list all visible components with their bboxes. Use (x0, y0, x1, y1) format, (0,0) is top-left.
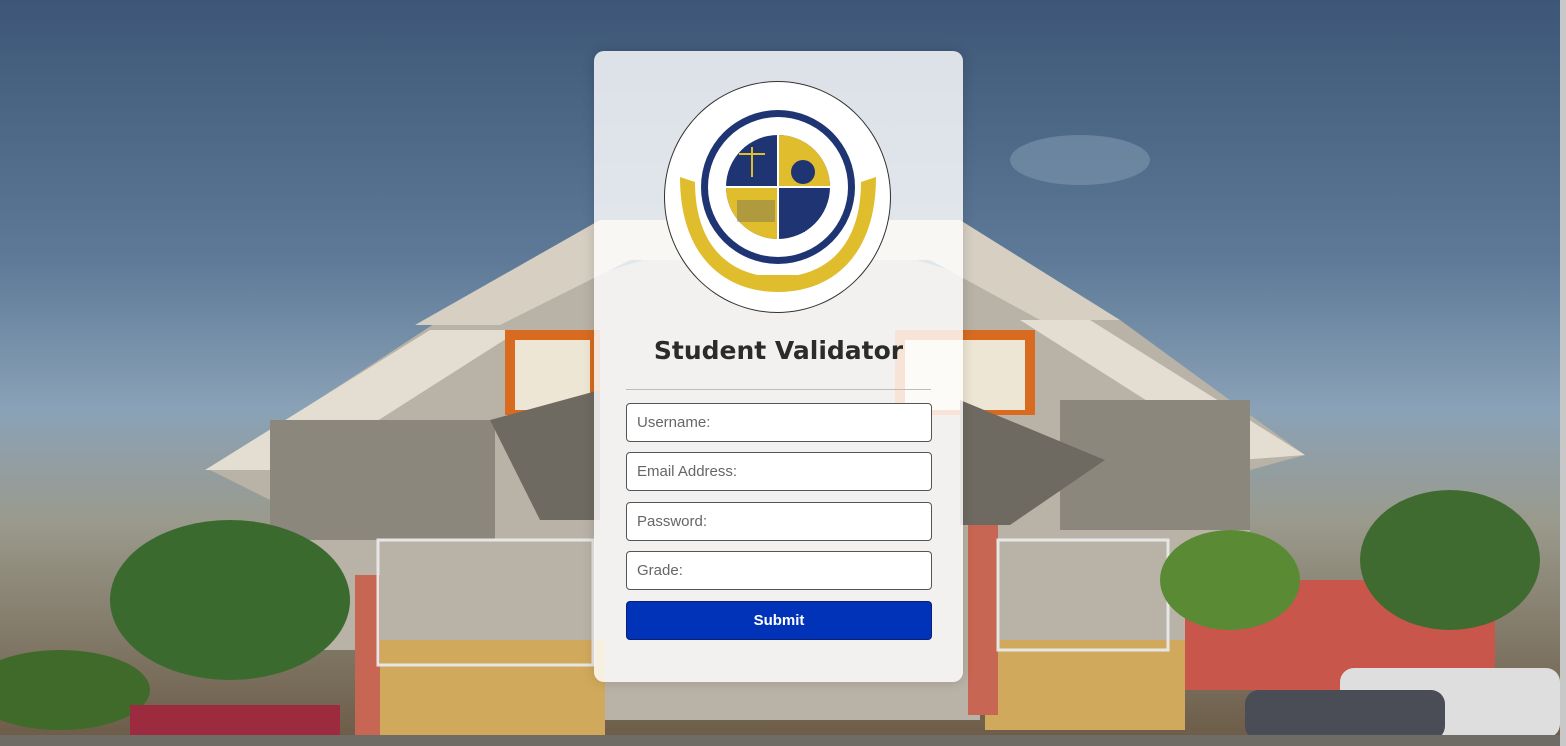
university-seal-icon (680, 110, 876, 292)
page-title: Student Validator (653, 336, 904, 365)
divider (626, 389, 931, 390)
submit-button[interactable]: Submit (626, 601, 932, 640)
scrollbar-thumb[interactable] (1560, 0, 1566, 746)
grade-field[interactable] (626, 551, 932, 590)
login-card: Student Validator Submit (594, 51, 963, 682)
email-field[interactable] (626, 452, 932, 491)
university-seal-logo (664, 81, 891, 313)
username-field[interactable] (626, 403, 932, 442)
vertical-scrollbar[interactable] (1560, 0, 1566, 746)
password-field[interactable] (626, 502, 932, 541)
